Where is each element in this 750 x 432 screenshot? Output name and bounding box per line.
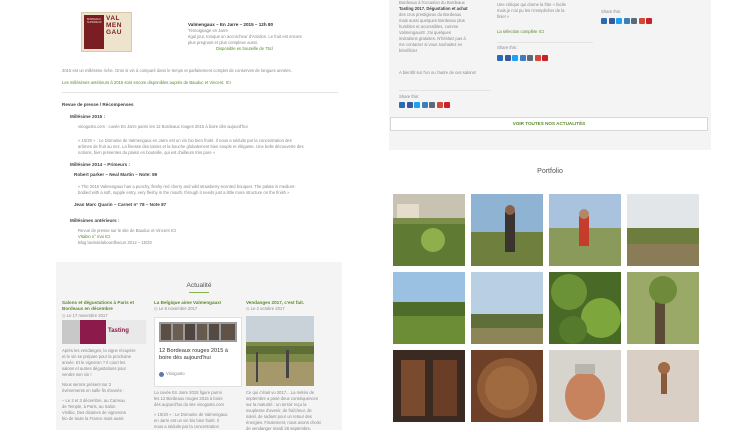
linkedin-icon[interactable] xyxy=(399,102,405,108)
portfolio-photo-cellar[interactable] xyxy=(393,350,465,422)
portfolio-photo-vines-sky[interactable] xyxy=(393,272,465,344)
news-col1-title[interactable]: Salons et dégustations à Paris et Bordea… xyxy=(62,300,146,312)
googleplus-icon[interactable] xyxy=(436,102,443,108)
rc3-share-label: Share this: xyxy=(601,9,622,14)
print-icon[interactable] xyxy=(527,55,533,61)
wine-label-image[interactable]: BORDEAUX SUPERIEUR VAL MEN GAU xyxy=(81,12,132,52)
portfolio-title: Portfolio xyxy=(537,168,563,175)
para1-link[interactable]: Les millésimes antérieurs à 2015 sont en… xyxy=(62,80,338,86)
portfolio-photo-leaves[interactable] xyxy=(549,272,621,344)
news-col1-date: ◷ Le 17 novembre 2017 xyxy=(62,313,108,318)
rc2-link[interactable]: La sélection complète ICI xyxy=(497,29,544,35)
news-col2-card-source: Vinogusto xyxy=(166,371,185,376)
facebook-icon[interactable] xyxy=(608,18,615,24)
portfolio-photo-man-vineyard[interactable] xyxy=(471,194,543,266)
press-line1: vinogusto.com : cuvée En Jarre parmi les… xyxy=(78,124,248,129)
intro-text: Témoignage en Jarre égal jour, tonique u… xyxy=(188,28,302,45)
twitter-icon[interactable] xyxy=(616,18,622,24)
vinogusto-icon xyxy=(159,372,164,377)
print-icon[interactable] xyxy=(429,102,435,108)
news-col2-card-text: 12 Bordeaux rouges 2015 à boire dès aujo… xyxy=(159,348,229,361)
googleplus-icon[interactable] xyxy=(534,55,541,61)
para1: 2015 est un millésime riche. Gros si vin… xyxy=(62,68,292,73)
news-col3-text: Ce qui c'était vu 2017... La météo de sep… xyxy=(246,390,321,431)
parker-quote: « The 2015 Valmengaux has a punchy, fles… xyxy=(78,184,296,195)
facebook-icon[interactable] xyxy=(504,55,511,61)
mill2015: Millésime 2015 : xyxy=(70,114,105,119)
left-content: BORDEAUX SUPERIEUR VAL MEN GAU Valmengau… xyxy=(56,0,342,431)
quarin: Jean Marc Quarin – Carnet n° 78 – Note 8… xyxy=(74,202,167,207)
primeur: Millésime 2014 – Primeurs : xyxy=(70,162,131,167)
facebook-icon[interactable] xyxy=(406,102,413,108)
parker: Robert parker – Neal Martin – Note: 89 xyxy=(74,172,158,177)
wine-label-brand: VAL MEN GAU xyxy=(106,15,122,36)
anterior-list: Revue de presse sur le site de Bauduc et… xyxy=(78,228,177,245)
portfolio-photo-vine-rows[interactable] xyxy=(627,194,699,266)
news-col2-date: ◷ Le 6 novembre 2017 xyxy=(154,306,198,311)
rc2-share-label: Share this: xyxy=(497,45,518,50)
email-icon[interactable] xyxy=(623,18,630,24)
portfolio-photo-cork[interactable] xyxy=(627,350,699,422)
news-col1-banner[interactable]: Tasting xyxy=(62,320,146,344)
portfolio-photo-vine-trunk[interactable] xyxy=(627,272,699,344)
press-heading: Revue de presse / Récompenses xyxy=(62,102,134,107)
divider xyxy=(399,90,491,91)
anterior: Millésimes antérieurs : xyxy=(70,218,120,223)
news-col3-date: ◷ Le 2 octobre 2017 xyxy=(246,306,285,311)
portfolio-photo-barrel[interactable] xyxy=(471,350,543,422)
email-icon[interactable] xyxy=(421,102,428,108)
news-section: Actualité Salons et dégustations à Paris… xyxy=(56,262,342,431)
intro-link[interactable]: Disponible en bouteille de 75cl xyxy=(216,46,336,52)
pinterest-icon[interactable] xyxy=(444,102,450,108)
linkedin-icon[interactable] xyxy=(601,18,607,24)
pinterest-icon[interactable] xyxy=(542,55,548,61)
news-col2-card[interactable]: 12 Bordeaux rouges 2015 à boire dès aujo… xyxy=(154,317,242,387)
news-col3-image[interactable] xyxy=(246,316,314,386)
googleplus-icon[interactable] xyxy=(638,18,645,24)
portfolio-photo-woman-vineyard[interactable] xyxy=(549,194,621,266)
news-col2-text: La cuvée En Jarre 2015 figure parmi les 1… xyxy=(154,390,228,429)
twitter-icon[interactable] xyxy=(414,102,420,108)
right-content: Bordeaux à l'occasion du Bordeaux Tasting… xyxy=(389,0,711,430)
wine-label-small: BORDEAUX SUPERIEUR xyxy=(87,18,102,24)
rc1-share-icons xyxy=(399,102,450,108)
news-col2-card-image xyxy=(159,322,237,342)
rc3-share-icons xyxy=(601,18,652,24)
portfolio-photo-field-horizon[interactable] xyxy=(471,272,543,344)
rc1-text: Bordeaux à l'occasion du Bordeaux Tasting… xyxy=(399,0,468,53)
rc1-share-label: Share this: xyxy=(399,94,420,99)
rc2-text: Une critique qui donne la frite « facile… xyxy=(497,2,566,19)
email-icon[interactable] xyxy=(519,55,526,61)
portfolio-photo-vines-house[interactable] xyxy=(393,194,465,266)
portfolio-photo-jar[interactable] xyxy=(549,350,621,422)
news-col1-text: Après les vendanges, la vigne récupère et… xyxy=(62,348,136,421)
quote1: « 15/20 » : Le Domaine de Valmengaux en … xyxy=(78,138,304,155)
divider xyxy=(62,92,338,93)
rc1-after: A bientôt sur l'un ou l'autre de ces sal… xyxy=(399,70,477,75)
linkedin-icon[interactable] xyxy=(497,55,503,61)
all-news-button[interactable]: VOIR TOUTES NOS ACTUALITÉS xyxy=(390,117,708,131)
divider xyxy=(497,42,593,43)
news-title: Actualité xyxy=(186,282,212,289)
pinterest-icon[interactable] xyxy=(646,18,652,24)
news-title-underline xyxy=(189,292,209,293)
twitter-icon[interactable] xyxy=(512,55,518,61)
print-icon[interactable] xyxy=(631,18,637,24)
rc2-share-icons xyxy=(497,55,548,61)
